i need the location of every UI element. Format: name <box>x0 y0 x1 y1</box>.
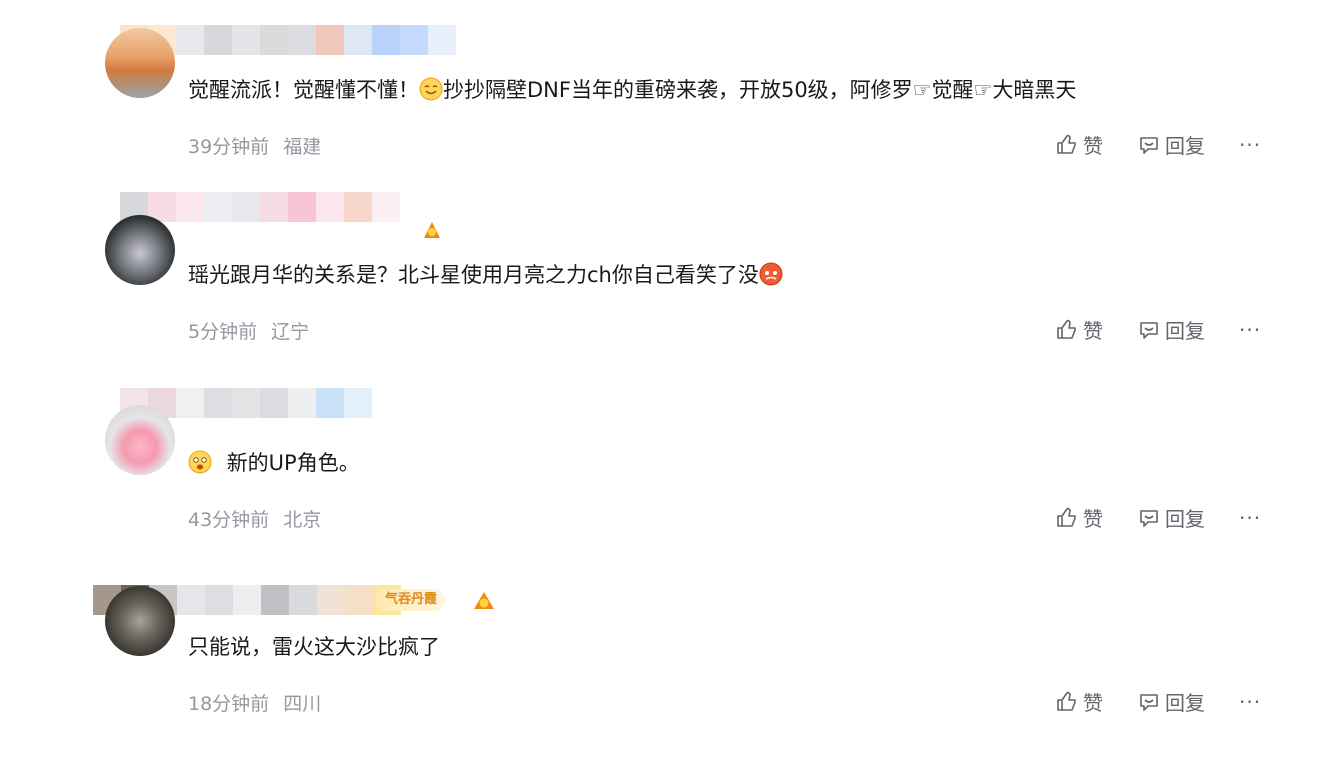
avatar[interactable] <box>105 405 175 475</box>
thumbs-up-icon <box>1057 507 1076 527</box>
reply-label: 回复 <box>1165 319 1205 343</box>
fan-badge[interactable]: 气吞丹霞 <box>375 589 446 611</box>
reply-label: 回复 <box>1165 507 1205 531</box>
comment-actions: 赞 回复 ··· <box>1055 503 1261 532</box>
reply-label: 回复 <box>1165 691 1205 715</box>
comment-location: 四川 <box>283 693 322 715</box>
comment-text-part: 只能说，雷火这大沙比疯了 <box>188 635 440 659</box>
comment-item: 新的UP角色。 43分钟前 北京 赞 回复 ··· <box>0 375 1341 555</box>
thumbs-up-icon <box>1057 319 1076 339</box>
comment-actions: 赞 回复 ··· <box>1055 130 1261 159</box>
comment-location: 辽宁 <box>271 321 310 343</box>
avatar[interactable] <box>105 215 175 285</box>
comment-meta: 43分钟前 北京 <box>188 505 321 532</box>
comment-text: 瑶光跟月华的关系是？北斗星使用月亮之力ch你自己看笑了没 <box>188 260 783 290</box>
like-label: 赞 <box>1083 134 1103 158</box>
avatar[interactable] <box>105 28 175 98</box>
surprised-emoji-icon <box>188 450 212 474</box>
comment-time: 18分钟前 <box>188 693 270 715</box>
speech-bubble-icon <box>1140 321 1158 339</box>
comment-meta: 39分钟前 福建 <box>188 132 321 159</box>
comment-location: 福建 <box>283 136 322 158</box>
reply-button[interactable]: 回复 <box>1137 503 1205 532</box>
username[interactable] <box>120 192 400 222</box>
comment-actions: 赞 回复 ··· <box>1055 315 1261 344</box>
angry-emoji-icon <box>759 262 783 286</box>
reply-button[interactable]: 回复 <box>1137 687 1205 716</box>
like-button[interactable]: 赞 <box>1055 503 1103 532</box>
comment-text-part: 瑶光跟月华的关系是？北斗星使用月亮之力ch你自己看笑了没 <box>188 263 759 287</box>
more-dots-icon[interactable]: ··· <box>1239 506 1261 530</box>
like-button[interactable]: 赞 <box>1055 687 1103 716</box>
comment-text-part: 觉醒流派！觉醒懂不懂！ <box>188 78 419 102</box>
comment-time: 5分钟前 <box>188 321 258 343</box>
avatar[interactable] <box>105 586 175 656</box>
comment-item: 觉醒流派！觉醒懂不懂！ 抄抄隔壁DNF当年的重磅来袭，开放50级，阿修罗☞觉醒☞大… <box>0 0 1341 180</box>
comment-text: 觉醒流派！觉醒懂不懂！ 抄抄隔壁DNF当年的重磅来袭，开放50级，阿修罗☞觉醒☞大… <box>188 75 1076 105</box>
thumbs-up-icon <box>1057 134 1076 154</box>
more-dots-icon[interactable]: ··· <box>1239 690 1261 714</box>
like-label: 赞 <box>1083 319 1103 343</box>
like-button[interactable]: 赞 <box>1055 315 1103 344</box>
like-button[interactable]: 赞 <box>1055 130 1103 159</box>
comment-text: 新的UP角色。 <box>188 448 360 478</box>
comment-text-part: 抄抄隔壁DNF当年的重磅来袭，开放50级，阿修罗☞觉醒☞大暗黑天 <box>443 78 1077 102</box>
comment-meta: 5分钟前 辽宁 <box>188 317 309 344</box>
reply-button[interactable]: 回复 <box>1137 130 1205 159</box>
comment-time: 43分钟前 <box>188 509 270 531</box>
comment-time: 39分钟前 <box>188 136 270 158</box>
comment-text: 只能说，雷火这大沙比疯了 <box>188 632 440 662</box>
comment-item: 气吞丹霞 只能说，雷火这大沙比疯了 18分钟前 四川 赞 回复 ··· <box>0 560 1341 740</box>
comment-location: 北京 <box>283 509 322 531</box>
more-dots-icon[interactable]: ··· <box>1239 133 1261 157</box>
comment-meta: 18分钟前 四川 <box>188 689 321 716</box>
fan-badge-label: 气吞丹霞 <box>385 592 438 607</box>
speech-bubble-icon <box>1140 136 1158 154</box>
comment-actions: 赞 回复 ··· <box>1055 687 1261 716</box>
smile-emoji-icon <box>419 77 443 101</box>
medal-icon <box>474 592 494 609</box>
reply-label: 回复 <box>1165 134 1205 158</box>
like-label: 赞 <box>1083 507 1103 531</box>
comment-item: 瑶光跟月华的关系是？北斗星使用月亮之力ch你自己看笑了没 5分钟前 辽宁 赞 回复… <box>0 185 1341 365</box>
speech-bubble-icon <box>1140 509 1158 527</box>
comment-text-part: 新的UP角色。 <box>226 451 360 475</box>
more-dots-icon[interactable]: ··· <box>1239 318 1261 342</box>
speech-bubble-icon <box>1140 693 1158 711</box>
like-label: 赞 <box>1083 691 1103 715</box>
reply-button[interactable]: 回复 <box>1137 315 1205 344</box>
medal-icon <box>424 222 440 238</box>
thumbs-up-icon <box>1057 691 1076 711</box>
